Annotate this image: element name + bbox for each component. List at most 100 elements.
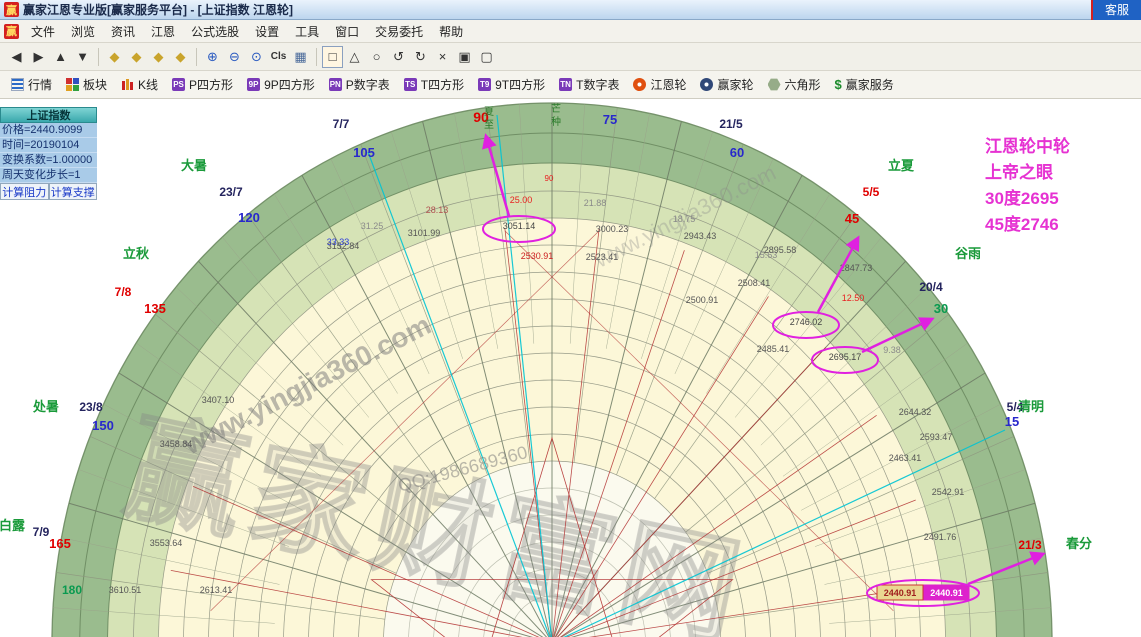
feature-sectors-button[interactable]: 板块 [59,73,114,97]
toolbar-separator [98,48,99,66]
note-tool-icon[interactable]: ▢ [476,46,497,68]
9t-square-label: 9T四方形 [495,76,545,93]
info-panel: 上证指数 价格=2440.9099时间=20190104变换系数=1.00000… [0,107,97,200]
t-number-table-icon: TN [559,78,572,91]
diamond-tool-4-icon[interactable]: ◆ [170,46,191,68]
wheel-label: 2593.47 [920,432,953,442]
kline-icon [121,78,134,91]
wheel-label: 20/4 [919,280,943,294]
gann-wheel[interactable]: 赢家财富网www.yingjia360.comwww.yingjia360.co… [0,99,1141,637]
rect-tool-icon[interactable]: □ [322,46,343,68]
nav-forward-icon[interactable]: ▶ [28,46,49,68]
9p-square-label: 9P四方形 [264,76,315,93]
wheel-label: 25.00 [510,195,533,205]
wheel-label: 3407.10 [202,395,235,405]
clear-button[interactable]: Cls [268,46,289,68]
quotes-icon [11,78,24,91]
service-button[interactable]: 客服 [1091,0,1141,20]
quotes-label: 行情 [28,76,52,93]
wheel-label: 种 [551,115,561,128]
grid-tool-icon[interactable]: ▣ [454,46,475,68]
wheel-label: 90 [545,174,554,183]
p-square-label: P四方形 [189,76,233,93]
wheel-label: 7/7 [333,117,350,131]
nav-back-icon[interactable]: ◀ [6,46,27,68]
menu-item-news[interactable]: 资讯 [103,20,143,43]
menu-item-gann[interactable]: 江恩 [143,20,183,43]
wheel-label: 2644.32 [899,407,932,417]
menu-item-window[interactable]: 窗口 [327,20,367,43]
wheel-label: 21/5 [719,117,743,131]
annotation-line: 江恩轮中轮 [985,136,1070,156]
p-square-icon: PS [172,78,185,91]
diamond-tool-1-icon[interactable]: ◆ [104,46,125,68]
hexagon-icon [768,78,781,91]
info-row-weekday-step: 周天变化步长=1 [0,168,97,183]
feature-gann-wheel-button[interactable]: 江恩轮 [626,73,693,97]
menu-item-browse[interactable]: 浏览 [63,20,103,43]
9p-square-icon: 9P [247,78,260,91]
wheel-label: 75 [603,112,617,127]
feature-t-square-button[interactable]: TST四方形 [397,73,471,97]
wheel-label: 2746.02 [790,317,823,327]
wheel-label: 3610.51 [109,585,142,595]
menu-item-tools[interactable]: 工具 [287,20,327,43]
annotation-line: 30度2695 [985,188,1059,208]
wheel-label: 180 [62,583,82,597]
nav-down-icon[interactable]: ▼ [72,46,93,68]
feature-9t-square-button[interactable]: T9 9T四方形 [471,73,552,97]
winner-service-icon: $ [835,78,842,91]
winner-wheel-icon [700,78,713,91]
wheel-label: 2542.91 [932,487,965,497]
wheel-label: 120 [238,210,260,225]
triangle-tool-icon[interactable]: △ [344,46,365,68]
window-title: 赢家江恩专业版[赢家服务平台] - [上证指数 江恩轮] [23,1,293,18]
wheel-area: 赢家财富网www.yingjia360.comwww.yingjia360.co… [0,99,1141,637]
wheel-label: 2613.41 [200,585,233,595]
wheel-label: 2508.41 [738,278,771,288]
tools-toolbar: ◀▶▲▼◆◆◆◆⊕⊖⊙Cls▦□△○↺↻×▣▢ [0,43,1141,71]
circle-tool-icon[interactable]: ○ [366,46,387,68]
9t-square-icon: T9 [478,78,491,91]
feature-p-number-table-button[interactable]: PNP数字表 [322,73,397,97]
feature-winner-service-button[interactable]: $赢家服务 [828,73,901,97]
nav-up-icon[interactable]: ▲ [50,46,71,68]
diamond-tool-2-icon[interactable]: ◆ [126,46,147,68]
wheel-label: 立秋 [123,246,150,261]
menu-item-file[interactable]: 文件 [23,20,63,43]
feature-9p-square-button[interactable]: 9P 9P四方形 [240,73,322,97]
wheel-label: 立夏 [888,158,915,173]
feature-winner-wheel-button[interactable]: 赢家轮 [693,73,760,97]
rotate-ccw-icon[interactable]: ↺ [388,46,409,68]
wheel-label: 3000.23 [596,224,629,234]
wheel-label: 3101.99 [408,228,441,238]
menu-item-settings[interactable]: 设置 [247,20,287,43]
feature-t-number-table-button[interactable]: TNT数字表 [552,73,626,97]
zoom-area-icon[interactable]: ⊙ [246,46,267,68]
diamond-tool-3-icon[interactable]: ◆ [148,46,169,68]
calc-support-button[interactable]: 计算支撑 [49,183,98,200]
app-logo: 赢 [4,2,19,17]
wheel-label: 夏 [484,106,494,118]
wheel-label: 2695.17 [829,352,862,362]
zoom-out-icon[interactable]: ⊖ [224,46,245,68]
zoom-in-icon[interactable]: ⊕ [202,46,223,68]
feature-quotes-button[interactable]: 行情 [4,73,59,97]
calc-resistance-button[interactable]: 计算阻力 [0,183,49,200]
feature-hexagon-button[interactable]: 六角形 [761,73,828,97]
menu-item-trade-order[interactable]: 交易委托 [367,20,431,43]
feature-p-square-button[interactable]: PS P四方形 [165,73,240,97]
rotate-cw-icon[interactable]: ↻ [410,46,431,68]
app-logo-small: 赢 [4,24,19,39]
wheel-label: 3152.84 [327,241,360,251]
menu-item-formula-stock[interactable]: 公式选股 [183,20,247,43]
wheel-label: 3458.84 [160,439,193,449]
menu-item-help[interactable]: 帮助 [431,20,471,43]
panel-layout-icon[interactable]: ▦ [290,46,311,68]
toolbar-separator [316,48,317,66]
delete-tool-icon[interactable]: × [432,46,453,68]
feature-kline-button[interactable]: K线 [114,73,165,97]
wheel-label: 105 [353,145,375,160]
wheel-label: 至 [484,119,494,131]
info-row-time: 时间=20190104 [0,138,97,153]
